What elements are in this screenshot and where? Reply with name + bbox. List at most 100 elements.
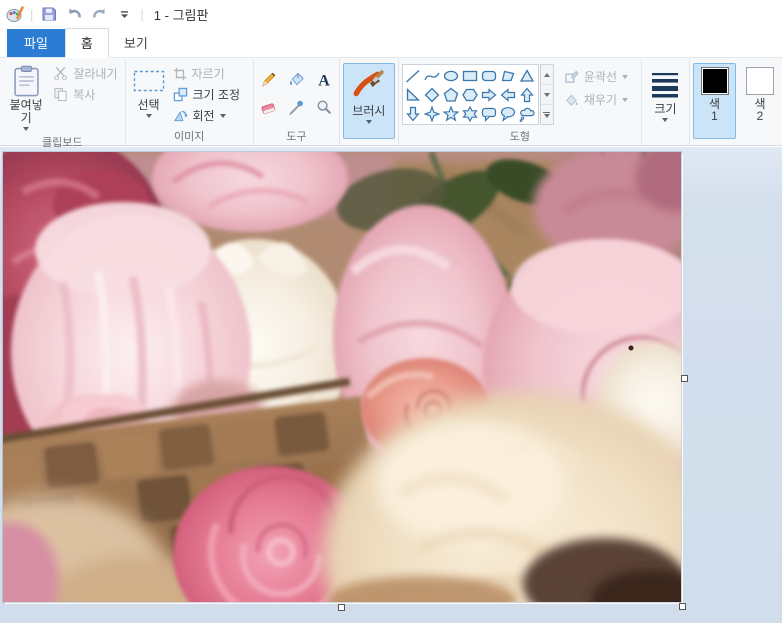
rotate-button[interactable]: 회전 <box>169 105 245 126</box>
group-brushes: 브러시 <box>340 59 399 145</box>
size-dropdown-arrow <box>662 118 669 122</box>
shape-line[interactable] <box>404 66 423 85</box>
shape-ellipse[interactable] <box>442 66 461 85</box>
shape-scroll-down-button[interactable] <box>540 85 553 105</box>
shape-cloud-callout[interactable] <box>518 104 537 123</box>
outline-dropdown-arrow <box>621 74 628 79</box>
scroll-down-icon <box>543 92 550 97</box>
save-icon[interactable] <box>39 4 59 24</box>
shape-polygon[interactable] <box>499 66 518 85</box>
color2-number: 2 <box>756 109 764 123</box>
cloud-callout-icon <box>520 107 535 122</box>
shape-right-arrow[interactable] <box>480 85 499 104</box>
shape-pentagon[interactable] <box>442 85 461 104</box>
ellipse-icon <box>444 70 459 81</box>
pencil-icon <box>260 71 277 88</box>
shape-fill-dropdown-arrow <box>621 97 628 102</box>
size-button[interactable]: 크기 <box>646 63 684 125</box>
shape-curve[interactable] <box>423 66 442 85</box>
resize-handle-corner[interactable] <box>679 603 686 610</box>
triangle-icon <box>520 68 535 82</box>
outline-icon <box>564 69 579 84</box>
brushes-dropdown-arrow <box>365 120 372 124</box>
shape-four-point-star[interactable] <box>423 104 442 123</box>
left-arrow-icon <box>500 87 516 102</box>
eraser-tool[interactable] <box>256 95 281 120</box>
redo-icon[interactable] <box>89 4 109 24</box>
canvas-image[interactable] <box>3 152 681 602</box>
crop-button[interactable]: 자르기 <box>169 63 245 84</box>
color1-swatch <box>700 67 729 95</box>
titlebar-separator: | <box>30 6 34 22</box>
crop-icon <box>173 67 187 81</box>
shape-outline-button[interactable]: 윤곽선 <box>560 65 632 88</box>
shape-hexagon[interactable] <box>461 85 480 104</box>
four-point-star-icon <box>424 105 441 122</box>
fill-tool[interactable] <box>284 67 309 92</box>
tab-home[interactable]: 홈 <box>64 28 109 58</box>
image-group-label: 이미지 <box>173 130 205 143</box>
quick-access-dropdown-icon[interactable] <box>114 4 134 24</box>
shape-diamond[interactable] <box>423 85 442 104</box>
size-label: 크기 <box>654 102 677 116</box>
tab-file[interactable]: 파일 <box>7 29 65 57</box>
resize-button[interactable]: 크기 조정 <box>169 84 245 105</box>
shape-scroll-up-button[interactable] <box>540 65 553 85</box>
line-icon <box>406 69 420 82</box>
copy-button[interactable]: 복사 <box>49 84 121 105</box>
pencil-tool[interactable] <box>256 67 281 92</box>
tab-view[interactable]: 보기 <box>109 29 163 57</box>
fill-bucket-icon <box>288 71 305 88</box>
ribbon: 붙여넣기 잘라내기 복사 클립보드 선택 자르기 크기 조정 회전 이미지 A … <box>0 57 782 149</box>
shape-rectangle[interactable] <box>461 66 480 85</box>
polygon-icon <box>502 70 515 81</box>
gallery-more-icon <box>543 111 551 118</box>
shape-fill-button[interactable]: 채우기 <box>560 88 632 111</box>
undo-icon[interactable] <box>64 4 84 24</box>
shape-triangle[interactable] <box>518 66 537 85</box>
outline-label: 윤곽선 <box>583 70 617 84</box>
color-picker-tool[interactable] <box>284 95 309 120</box>
shape-up-arrow[interactable] <box>518 85 537 104</box>
cut-button[interactable]: 잘라내기 <box>49 63 121 84</box>
magnifier-tool[interactable] <box>312 95 337 120</box>
color1-number: 1 <box>711 109 718 123</box>
select-label: 선택 <box>137 98 160 112</box>
shape-fill-icon <box>564 92 579 107</box>
up-arrow-icon <box>520 87 535 102</box>
rectangle-icon <box>463 70 478 81</box>
curve-icon <box>424 72 440 80</box>
clipboard-paste-icon <box>13 65 40 97</box>
shapes-group-label: 도형 <box>509 130 530 143</box>
shape-right-triangle[interactable] <box>404 85 423 104</box>
shape-fill-label: 채우기 <box>583 93 617 107</box>
six-point-star-icon <box>462 105 479 122</box>
shape-gallery-more-button[interactable] <box>541 105 553 124</box>
shape-rounded-rectangle[interactable] <box>480 66 499 85</box>
brushes-button[interactable]: 브러시 <box>342 63 395 139</box>
scroll-up-icon <box>543 72 550 77</box>
resize-handle-right[interactable] <box>681 375 688 382</box>
five-point-star-icon <box>443 105 460 122</box>
shape-down-arrow[interactable] <box>404 104 423 123</box>
hexagon-icon <box>462 88 479 101</box>
shape-five-point-star[interactable] <box>442 104 461 123</box>
text-tool[interactable]: A <box>312 67 337 92</box>
eraser-icon <box>260 99 277 116</box>
paste-button[interactable]: 붙여넣기 <box>3 61 49 134</box>
shape-six-point-star[interactable] <box>461 104 480 123</box>
resize-handle-bottom[interactable] <box>338 604 345 611</box>
shape-left-arrow[interactable] <box>499 85 518 104</box>
group-color2: 색 2 <box>736 59 782 145</box>
color1-button[interactable]: 색 1 <box>693 63 736 139</box>
rotate-label: 회전 <box>192 109 215 123</box>
select-button[interactable]: 선택 <box>129 61 169 121</box>
magnifier-icon <box>316 99 333 116</box>
shape-oval-callout[interactable] <box>499 104 518 123</box>
group-tools: A 도구 <box>254 59 340 145</box>
canvas-area[interactable] <box>0 147 782 623</box>
shape-gallery <box>401 64 539 125</box>
group-size: 크기 <box>642 59 690 145</box>
color2-button[interactable]: 색 2 <box>739 63 781 139</box>
shape-rounded-callout[interactable] <box>480 104 499 123</box>
